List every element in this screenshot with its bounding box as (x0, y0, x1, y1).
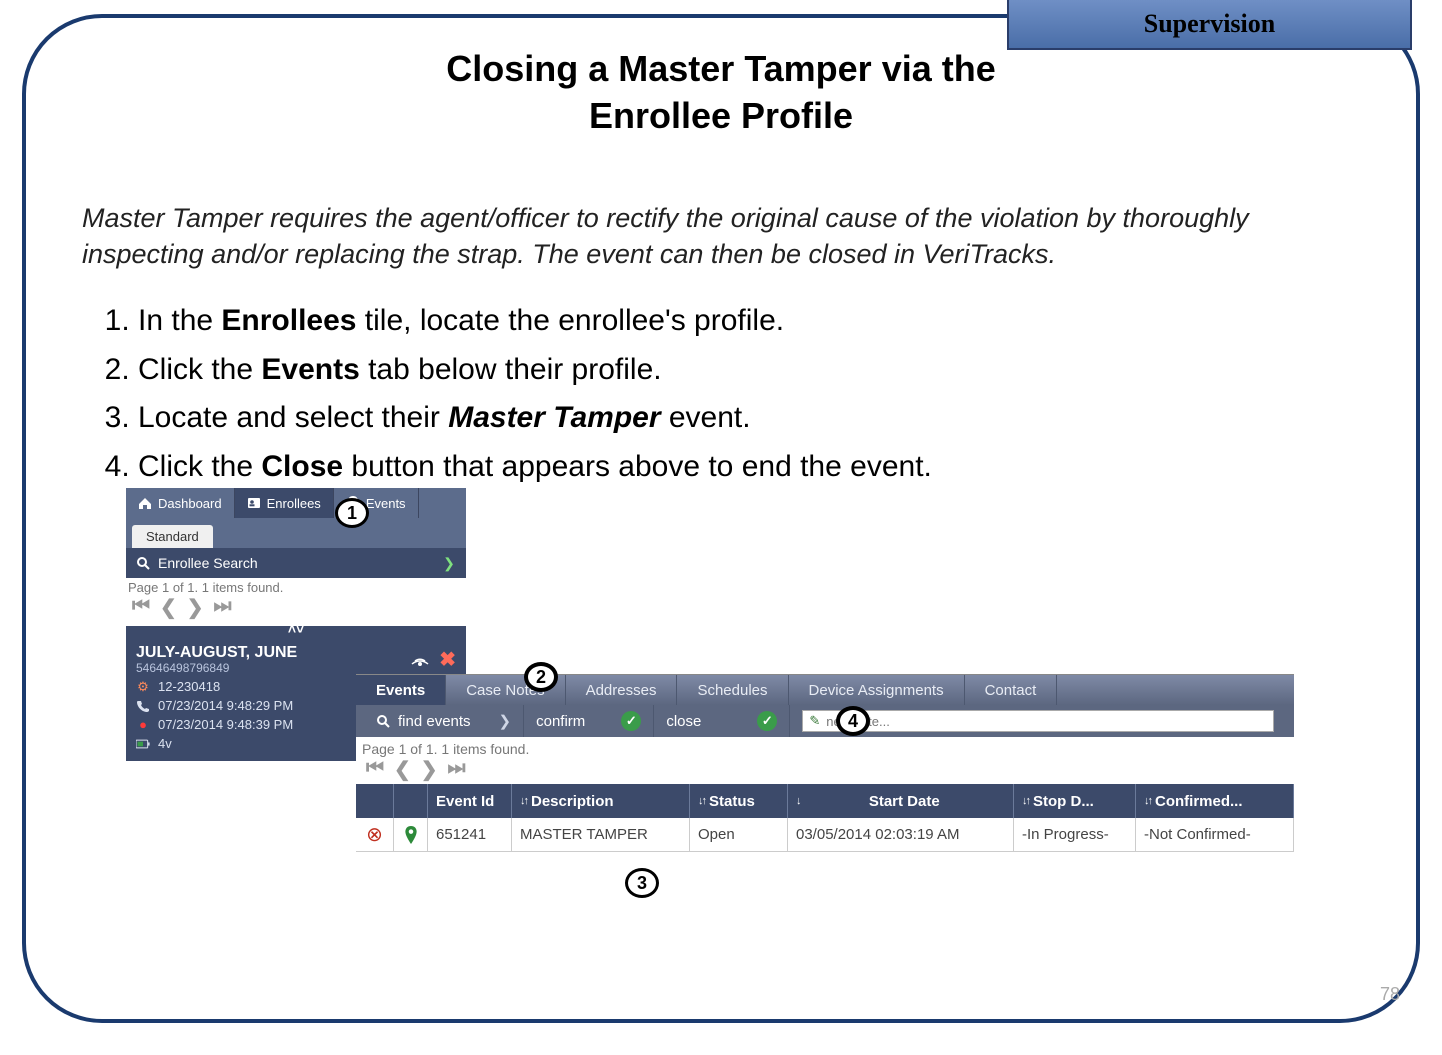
slide-container: Supervision Closing a Master Tamper via … (0, 0, 1442, 1055)
detail-pane: Events Case Notes Addresses Schedules De… (356, 674, 1294, 852)
sort-down-icon: ↓ (796, 795, 800, 807)
events-toolbar: find events ❯ confirm ✓ close ✓ (356, 705, 1294, 737)
page-number: 78 (1380, 984, 1400, 1005)
enrollee-search-label: Enrollee Search (158, 555, 258, 571)
pager-last-icon[interactable]: ⏭ (214, 595, 232, 620)
app-main-tabs: Dashboard Enrollees Events (126, 488, 466, 518)
subtab-standard[interactable]: Standard (132, 525, 213, 548)
close-x-icon[interactable]: ✖ (439, 647, 456, 672)
battery-icon (136, 737, 150, 751)
subtab-row: Standard (126, 518, 466, 548)
title-line-1: Closing a Master Tamper via the (96, 46, 1346, 93)
search-icon (136, 556, 150, 570)
enrollee-search-row[interactable]: Enrollee Search ❯ (126, 548, 466, 578)
tab-events-label: Events (366, 496, 406, 511)
find-events-button[interactable]: find events ❯ (364, 705, 524, 737)
th-status[interactable]: ↓↑Status (690, 784, 788, 818)
th-confirmed[interactable]: ↓↑Confirmed... (1136, 784, 1294, 818)
th-stop-date[interactable]: ↓↑Stop D... (1014, 784, 1136, 818)
step-1: In the Enrollees tile, locate the enroll… (138, 298, 1360, 345)
sort-icon: ↓↑ (1022, 795, 1029, 807)
th-description[interactable]: ↓↑Description (512, 784, 690, 818)
cell-delete-icon[interactable]: ⊗ (356, 818, 394, 851)
pencil-icon: ✎ (809, 713, 820, 729)
tab-dashboard[interactable]: Dashboard (126, 488, 235, 518)
cell-confirmed: -Not Confirmed- (1136, 818, 1294, 851)
enrollee-id: 54646498796849 (136, 661, 297, 675)
header-supervision-tab: Supervision (1007, 0, 1412, 50)
page-title: Closing a Master Tamper via the Enrollee… (26, 46, 1416, 140)
dtab-schedules[interactable]: Schedules (677, 675, 788, 705)
sidebar-pager-meta: Page 1 of 1. 1 items found. ⏮ ❮ ❯ ⏭ (126, 578, 466, 626)
cell-stop-date: -In Progress- (1014, 818, 1136, 851)
search-icon (376, 714, 390, 728)
title-line-2: Enrollee Profile (96, 93, 1346, 140)
th-blank1 (356, 784, 394, 818)
person-card-icon (247, 496, 261, 510)
handcuff-icon: ⚙ (136, 680, 150, 694)
pager-prev-icon[interactable]: ❮ (394, 757, 411, 782)
callout-4: 4 (836, 706, 870, 736)
pager-prev-icon[interactable]: ❮ (160, 595, 177, 620)
subtab-standard-label: Standard (146, 529, 199, 544)
phone-icon (136, 699, 150, 713)
header-supervision-label: Supervision (1144, 9, 1276, 39)
table-row[interactable]: ⊗ 651241 MASTER TAMPER Open 03/05/2014 0… (356, 818, 1294, 852)
step-2: Click the Events tab below their profile… (138, 347, 1360, 394)
chevron-right-icon: ❯ (499, 712, 512, 730)
intro-paragraph: Master Tamper requires the agent/officer… (26, 200, 1416, 273)
cell-description: MASTER TAMPER (512, 818, 690, 851)
step-3: Locate and select their Master Tamper ev… (138, 395, 1360, 442)
sort-icon: ↓↑ (1144, 795, 1151, 807)
confirm-button[interactable]: confirm ✓ (524, 705, 654, 737)
check-circle-icon: ✓ (621, 711, 641, 731)
enrollee-name: JULY-AUGUST, JUNE (136, 644, 297, 662)
callout-3: 3 (625, 868, 659, 898)
pager-first-icon[interactable]: ⏮ (366, 757, 384, 782)
table-pager-text: Page 1 of 1. 1 items found. (362, 741, 529, 757)
callout-1: 1 (335, 498, 369, 528)
events-table-header: Event Id ↓↑Description ↓↑Status ↓Start D… (356, 784, 1294, 818)
slide-frame: Closing a Master Tamper via the Enrollee… (22, 14, 1420, 1023)
check-circle-icon: ✓ (757, 711, 777, 731)
cell-start-date: 03/05/2014 02:03:19 AM (788, 818, 1014, 851)
dtab-device-assignments[interactable]: Device Assignments (789, 675, 965, 705)
th-start-date[interactable]: ↓Start Date (788, 784, 1014, 818)
sidebar-pager-controls: ⏮ ❮ ❯ ⏭ (128, 595, 464, 620)
tab-dashboard-label: Dashboard (158, 496, 222, 511)
tab-enrollees-label: Enrollees (267, 496, 321, 511)
th-event-id[interactable]: Event Id (428, 784, 512, 818)
sort-icon: ↓↑ (520, 795, 527, 807)
red-dot-icon: ● (136, 718, 150, 732)
signal-icon (409, 652, 431, 668)
new-note-input[interactable]: ✎ new note... (802, 710, 1274, 732)
sort-icon: ↓↑ (698, 795, 705, 807)
table-pager-controls: ⏮ ❮ ❯ ⏭ (362, 757, 1290, 782)
cell-pin-icon[interactable] (394, 818, 428, 851)
th-blank2 (394, 784, 428, 818)
callout-2: 2 (524, 662, 558, 692)
pager-next-icon[interactable]: ❯ (187, 595, 204, 620)
pager-next-icon[interactable]: ❯ (421, 757, 438, 782)
dtab-contact[interactable]: Contact (965, 675, 1058, 705)
pager-first-icon[interactable]: ⏮ (132, 595, 150, 620)
cell-status: Open (690, 818, 788, 851)
step-4: Click the Close button that appears abov… (138, 444, 1360, 491)
dtab-events[interactable]: Events (356, 675, 446, 705)
sidebar-pager-text: Page 1 of 1. 1 items found. (128, 580, 283, 595)
close-button[interactable]: close ✓ (654, 705, 790, 737)
steps-list: In the Enrollees tile, locate the enroll… (26, 298, 1416, 490)
app-screenshot: Dashboard Enrollees Events (126, 488, 1292, 908)
pager-last-icon[interactable]: ⏭ (448, 757, 466, 782)
chevron-right-icon[interactable]: ❯ (442, 556, 456, 570)
collapse-bar[interactable]: ˄˅ (126, 626, 466, 638)
dtab-addresses[interactable]: Addresses (566, 675, 678, 705)
detail-tabs: Events Case Notes Addresses Schedules De… (356, 675, 1294, 705)
cell-event-id: 651241 (428, 818, 512, 851)
tab-enrollees[interactable]: Enrollees (235, 488, 334, 518)
table-pager-meta: Page 1 of 1. 1 items found. ⏮ ❮ ❯ ⏭ (356, 737, 1294, 784)
dashboard-icon (138, 496, 152, 510)
